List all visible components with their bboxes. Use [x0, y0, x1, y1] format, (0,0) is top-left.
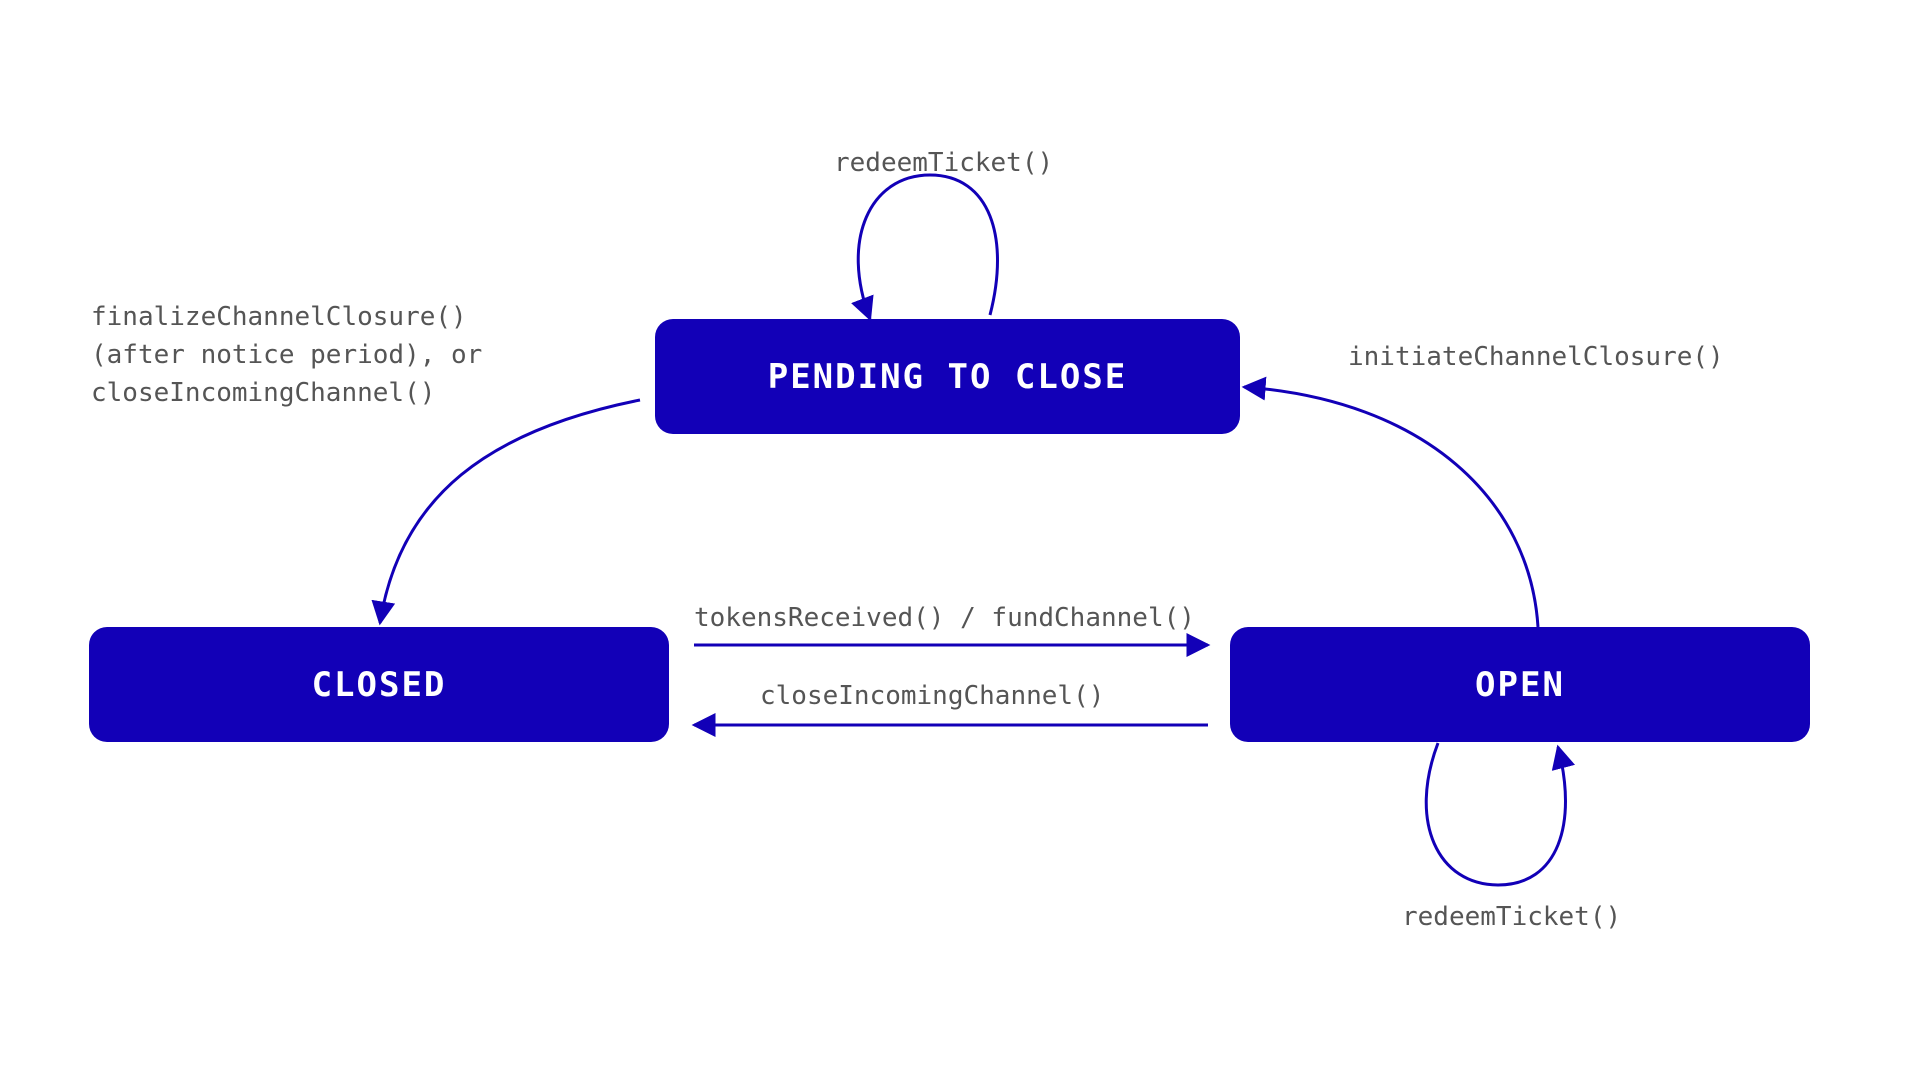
state-closed: CLOSED [89, 627, 669, 742]
label-tokens-received-fund-channel: tokensReceived() / fundChannel() [694, 600, 1195, 638]
arrow-redeem-open-loop [1426, 743, 1565, 885]
label-redeem-ticket-pending: redeemTicket() [834, 145, 1053, 183]
label-close-incoming-channel: closeIncomingChannel() [760, 678, 1104, 716]
label-redeem-ticket-open: redeemTicket() [1402, 899, 1621, 937]
label-finalize-closure-line2: (after notice period), or [91, 337, 482, 375]
arrow-redeem-pending-loop [858, 175, 997, 319]
state-pending-to-close: PENDING TO CLOSE [655, 319, 1240, 434]
arrow-pending-to-closed [380, 400, 640, 623]
label-finalize-closure-line1: finalizeChannelClosure() [91, 299, 467, 337]
state-open: OPEN [1230, 627, 1810, 742]
label-finalize-closure-line3: closeIncomingChannel() [91, 375, 435, 413]
label-initiate-channel-closure: initiateChannelClosure() [1348, 339, 1724, 377]
arrow-open-to-pending [1244, 387, 1538, 627]
state-machine-diagram: PENDING TO CLOSE CLOSED OPEN redeemTicke… [0, 0, 1920, 1080]
